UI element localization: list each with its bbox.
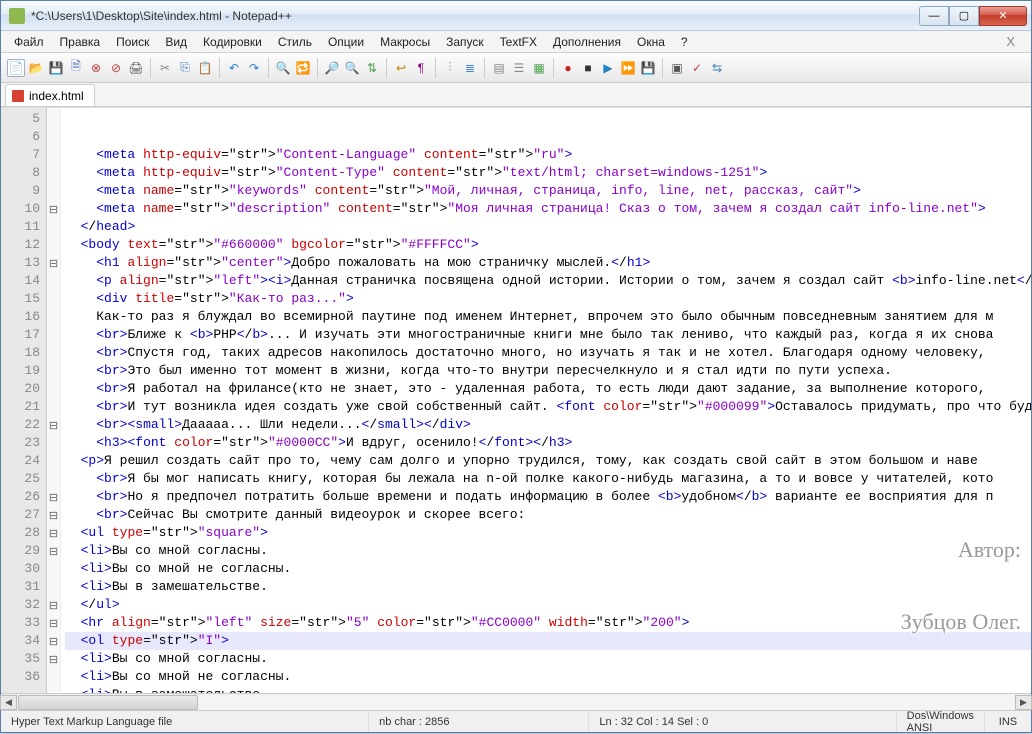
status-position: Ln : 32 Col : 14 Sel : 0	[589, 711, 896, 732]
print-icon[interactable]: 🖨	[127, 59, 145, 77]
paste-icon[interactable]: 📋	[196, 59, 214, 77]
redo-icon[interactable]: ↷	[245, 59, 263, 77]
hex-icon[interactable]: ▣	[668, 59, 686, 77]
replace-icon[interactable]: 🔁	[294, 59, 312, 77]
scroll-left-arrow[interactable]: ◀	[0, 695, 17, 710]
menu-help[interactable]: ?	[674, 33, 695, 51]
macro-repeat-icon[interactable]: ⏩	[619, 59, 637, 77]
tab-index-html[interactable]: index.html	[5, 84, 95, 106]
folder-view-icon[interactable]: ▦	[530, 59, 548, 77]
horizontal-scrollbar[interactable]: ◀ ▶	[1, 693, 1031, 710]
menu-run[interactable]: Запуск	[439, 33, 491, 51]
menu-options[interactable]: Опции	[321, 33, 371, 51]
file-icon	[12, 90, 24, 102]
macro-play-icon[interactable]: ▶	[599, 59, 617, 77]
open-file-icon[interactable]: 📂	[27, 59, 45, 77]
user-lang-icon[interactable]: ≣	[461, 59, 479, 77]
find-icon[interactable]: 🔍	[274, 59, 292, 77]
scroll-thumb[interactable]	[18, 695, 198, 710]
macro-stop-icon[interactable]: ■	[579, 59, 597, 77]
wrap-icon[interactable]: ↩	[392, 59, 410, 77]
compare-icon[interactable]: ⇆	[708, 59, 726, 77]
status-filetype: Hyper Text Markup Language file	[1, 711, 369, 732]
cut-icon[interactable]: ✂	[156, 59, 174, 77]
close-button[interactable]: ✕	[979, 6, 1027, 26]
minimize-button[interactable]: —	[919, 6, 949, 26]
save-all-icon[interactable]: 🗎	[67, 59, 85, 77]
window-title: *C:\Users\1\Desktop\Site\index.html - No…	[31, 9, 919, 23]
copy-icon[interactable]: ⎘	[176, 59, 194, 77]
tab-label: index.html	[29, 89, 84, 103]
fold-column[interactable]	[47, 108, 61, 693]
status-encoding: Dos\Windows ANSI	[897, 711, 985, 732]
app-icon	[9, 8, 25, 24]
indent-guide-icon[interactable]: ⫶	[441, 59, 459, 77]
menu-encoding[interactable]: Кодировки	[196, 33, 269, 51]
scroll-right-arrow[interactable]: ▶	[1015, 695, 1032, 710]
menu-macros[interactable]: Макросы	[373, 33, 437, 51]
editor: 5678910111213141516171819202122232425262…	[1, 107, 1031, 693]
close-all-icon[interactable]: ⊘	[107, 59, 125, 77]
save-icon[interactable]: 💾	[47, 59, 65, 77]
status-chars: nb char : 2856	[369, 711, 589, 732]
zoom-out-icon[interactable]: 🔍	[343, 59, 361, 77]
sync-scroll-icon[interactable]: ⇅	[363, 59, 381, 77]
doc-map-icon[interactable]: ▤	[490, 59, 508, 77]
close-doc-icon[interactable]: ⊗	[87, 59, 105, 77]
code-area[interactable]: <meta http-equiv="str">"Content-Language…	[61, 108, 1031, 693]
menu-style[interactable]: Стиль	[271, 33, 319, 51]
func-list-icon[interactable]: ☰	[510, 59, 528, 77]
tab-bar: index.html	[1, 83, 1031, 107]
app-window: *C:\Users\1\Desktop\Site\index.html - No…	[0, 0, 1032, 733]
macro-save-icon[interactable]: 💾	[639, 59, 657, 77]
scroll-track[interactable]	[18, 695, 1014, 710]
menu-file[interactable]: Файл	[7, 33, 51, 51]
new-file-icon[interactable]: 📄	[7, 59, 25, 77]
menu-textfx[interactable]: TextFX	[493, 33, 544, 51]
menu-plugins[interactable]: Дополнения	[546, 33, 628, 51]
menu-windows[interactable]: Окна	[630, 33, 672, 51]
menu-edit[interactable]: Правка	[53, 33, 108, 51]
menu-view[interactable]: Вид	[158, 33, 194, 51]
menu-search[interactable]: Поиск	[109, 33, 156, 51]
statusbar: Hyper Text Markup Language file nb char …	[1, 710, 1031, 732]
zoom-in-icon[interactable]: 🔎	[323, 59, 341, 77]
line-number-gutter: 5678910111213141516171819202122232425262…	[1, 108, 47, 693]
show-all-chars-icon[interactable]: ¶	[412, 59, 430, 77]
menubar: Файл Правка Поиск Вид Кодировки Стиль Оп…	[1, 31, 1031, 53]
undo-icon[interactable]: ↶	[225, 59, 243, 77]
menubar-close-x[interactable]: X	[1006, 34, 1025, 49]
titlebar[interactable]: *C:\Users\1\Desktop\Site\index.html - No…	[1, 1, 1031, 31]
macro-record-icon[interactable]: ●	[559, 59, 577, 77]
maximize-button[interactable]: ▢	[949, 6, 979, 26]
toolbar: 📄 📂 💾 🗎 ⊗ ⊘ 🖨 ✂ ⎘ 📋 ↶ ↷ 🔍 🔁 🔎 🔍 ⇅ ↩ ¶ ⫶ …	[1, 53, 1031, 83]
status-ins: INS	[985, 711, 1031, 732]
window-controls: — ▢ ✕	[919, 6, 1027, 26]
spellcheck-icon[interactable]: ✓	[688, 59, 706, 77]
